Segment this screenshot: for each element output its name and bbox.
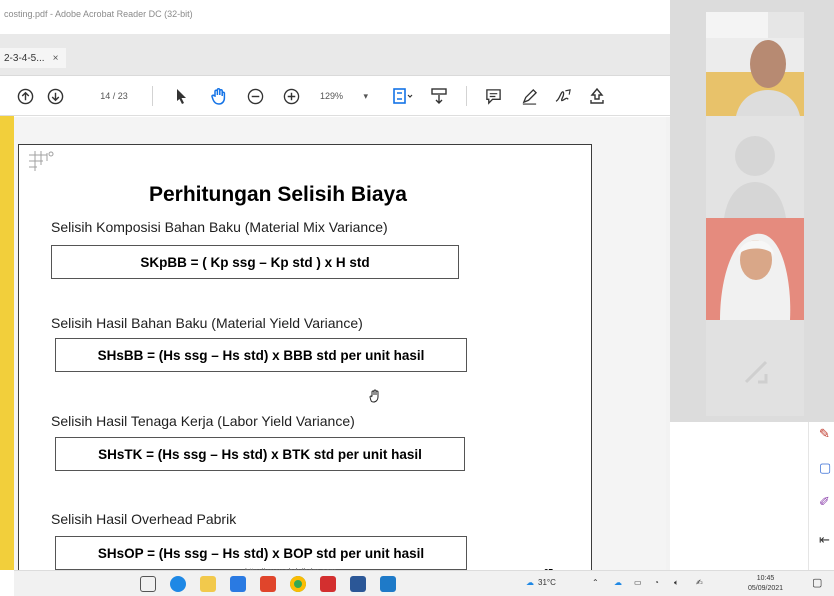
pdf-page: Perhitungan Selisih Biaya Selisih Kompos… bbox=[18, 144, 592, 584]
section-heading: Selisih Komposisi Bahan Baku (Material M… bbox=[51, 219, 388, 235]
office-icon[interactable] bbox=[260, 576, 276, 592]
clock-date: 05/09/2021 bbox=[748, 585, 784, 592]
clock[interactable]: 10:45 05/09/2021 bbox=[748, 574, 783, 594]
toolbar-divider bbox=[152, 86, 153, 106]
page-total: / 23 bbox=[112, 91, 128, 101]
share-icon[interactable] bbox=[586, 85, 608, 107]
hand-tool-icon[interactable] bbox=[208, 85, 230, 107]
window-title-bar: costing.pdf - Adobe Acrobat Reader DC (3… bbox=[0, 0, 670, 34]
logo-icon bbox=[27, 149, 57, 178]
tab-document[interactable]: 2-3-4-5... × bbox=[0, 48, 67, 68]
chevron-down-icon: ▾ bbox=[363, 90, 368, 101]
toolbar: 14 / 23 129% ▾ bbox=[0, 76, 670, 116]
zoom-out-icon[interactable] bbox=[244, 85, 266, 107]
page-current: 14 bbox=[100, 91, 111, 101]
close-icon[interactable]: × bbox=[53, 53, 59, 64]
clock-time: 10:45 bbox=[756, 575, 775, 582]
fit-page-icon[interactable] bbox=[390, 85, 416, 107]
tab-strip: 2-3-4-5... × bbox=[0, 34, 670, 76]
formula-box: SHsTK = (Hs ssg – Hs std) x BTK std per … bbox=[55, 437, 465, 471]
word-icon[interactable] bbox=[350, 576, 366, 592]
formula-text: SKpBB = ( Kp ssg – Kp std ) x H std bbox=[140, 254, 370, 270]
pen-workspace-icon[interactable]: ✍︎ bbox=[696, 578, 703, 587]
scroll-mode-icon[interactable] bbox=[428, 85, 450, 107]
section-heading: Selisih Hasil Bahan Baku (Material Yield… bbox=[51, 315, 363, 331]
sign-icon[interactable] bbox=[552, 85, 574, 107]
file-explorer-icon[interactable] bbox=[200, 576, 216, 592]
toolbar-divider bbox=[466, 86, 467, 106]
tab-label: 2-3-4-5... bbox=[4, 52, 45, 64]
comment-icon[interactable] bbox=[482, 85, 504, 107]
volume-icon[interactable]: 🔈︎ bbox=[674, 578, 679, 588]
video-tile-empty[interactable] bbox=[706, 116, 804, 218]
chrome-icon[interactable] bbox=[290, 576, 306, 592]
side-tools-panel: ✎ ▢ ✐ ⇤ bbox=[808, 422, 834, 572]
zoom-in-icon[interactable] bbox=[280, 85, 302, 107]
zoom-value: 129% bbox=[320, 91, 344, 101]
store-icon[interactable] bbox=[230, 576, 246, 592]
select-arrow-icon[interactable] bbox=[172, 85, 192, 107]
slide-title: Perhitungan Selisih Biaya bbox=[149, 183, 407, 206]
pen-icon[interactable] bbox=[518, 85, 540, 107]
hand-cursor-icon bbox=[368, 389, 382, 408]
pen-icon[interactable]: ✐ bbox=[819, 494, 830, 510]
weather-icon[interactable]: ☁ bbox=[526, 578, 534, 587]
comment-icon[interactable]: ▢ bbox=[819, 460, 831, 476]
window-title: costing.pdf - Adobe Acrobat Reader DC (3… bbox=[4, 9, 193, 19]
video-tile-participant[interactable] bbox=[706, 218, 804, 320]
section-heading: Selisih Hasil Overhead Pabrik bbox=[51, 511, 237, 527]
edge-icon[interactable] bbox=[170, 576, 186, 592]
task-view-icon[interactable] bbox=[140, 576, 156, 592]
formula-text: SHsOP = (Hs ssg – Hs std) x BOP std per … bbox=[97, 545, 425, 561]
video-call-panel bbox=[670, 0, 834, 422]
temperature[interactable]: 31°C bbox=[538, 578, 556, 587]
video-tile-participant[interactable] bbox=[706, 12, 804, 116]
formula-text: SHsTK = (Hs ssg – Hs std) x BTK std per … bbox=[98, 446, 422, 462]
collapse-panel-icon[interactable]: ⇤ bbox=[819, 532, 830, 548]
arrow-up-circle-icon[interactable] bbox=[14, 85, 36, 107]
network-icon[interactable]: ◔ bbox=[654, 578, 659, 587]
onedrive-icon[interactable]: ☁ bbox=[614, 578, 622, 587]
video-tile-empty[interactable] bbox=[706, 320, 804, 416]
zoom-dropdown[interactable]: 129% ▾ bbox=[318, 87, 370, 105]
formula-box: SHsOP = (Hs ssg – Hs std) x BOP std per … bbox=[55, 536, 467, 570]
highlight-icon[interactable]: ✎ bbox=[819, 426, 830, 442]
formula-box: SKpBB = ( Kp ssg – Kp std ) x H std bbox=[51, 245, 459, 279]
page-number-field[interactable]: 14 / 23 bbox=[93, 87, 135, 105]
arrow-down-circle-icon[interactable] bbox=[44, 85, 66, 107]
taskbar: ☁ 31°C ⌃ ☁ ▭ ◔ 🔈︎ ✍︎ 10:45 05/09/2021 ▢ bbox=[14, 570, 834, 596]
formula-box: SHsBB = (Hs ssg – Hs std) x BBB std per … bbox=[55, 338, 467, 372]
formula-text: SHsBB = (Hs ssg – Hs std) x BBB std per … bbox=[97, 347, 425, 363]
zoom-app-icon[interactable] bbox=[380, 576, 396, 592]
document-area[interactable]: Perhitungan Selisih Biaya Selisih Kompos… bbox=[14, 117, 666, 584]
battery-icon[interactable]: ▭ bbox=[634, 578, 642, 587]
chevron-up-icon[interactable]: ⌃ bbox=[592, 578, 599, 587]
notification-icon[interactable]: ▢ bbox=[812, 576, 822, 589]
acrobat-icon[interactable] bbox=[320, 576, 336, 592]
section-heading: Selisih Hasil Tenaga Kerja (Labor Yield … bbox=[51, 413, 355, 429]
